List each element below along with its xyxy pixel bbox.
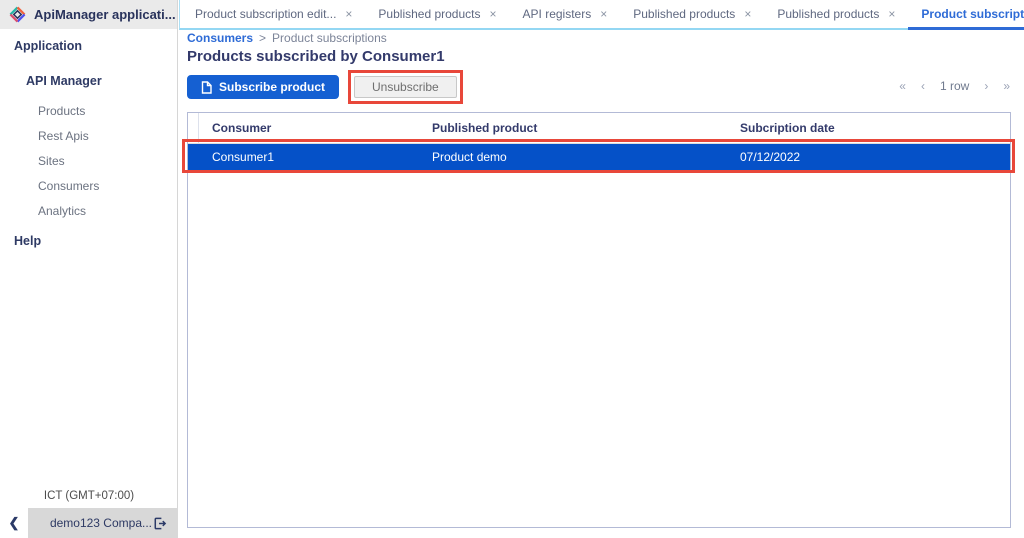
tab-api-registers[interactable]: API registers × <box>510 0 621 28</box>
account-label: demo123 Compa... <box>50 516 152 530</box>
tab-label: Published products <box>633 7 735 21</box>
sidebar-item-help[interactable]: Help <box>14 234 41 248</box>
tab-label: Published products <box>378 7 480 21</box>
tab-product-subscription-edit[interactable]: Product subscription edit... × <box>182 0 365 28</box>
close-icon[interactable]: × <box>490 7 497 21</box>
sidebar-item-products[interactable]: Products <box>38 104 85 118</box>
cell-subcription-date: 07/12/2022 <box>727 150 1010 164</box>
timezone-label: ICT (GMT+07:00) <box>0 490 178 502</box>
first-page-icon[interactable]: « <box>899 79 906 93</box>
tab-published-products-3[interactable]: Published products × <box>764 0 908 28</box>
next-page-icon[interactable]: › <box>984 79 988 93</box>
tab-published-products-2[interactable]: Published products × <box>620 0 764 28</box>
row-selector-cell <box>188 144 199 170</box>
sidebar-item-analytics[interactable]: Analytics <box>38 204 86 218</box>
column-header-consumer: Consumer <box>199 121 419 135</box>
sidebar-header: ApiManager applicati... <box>0 0 177 29</box>
tab-label: Product subscription edit... <box>195 7 336 21</box>
app-window: ApiManager applicati... Application API … <box>0 0 1024 538</box>
cell-consumer: Consumer1 <box>199 150 419 164</box>
document-icon <box>201 81 212 94</box>
app-logo-icon <box>9 6 26 23</box>
row-count-label: 1 row <box>940 79 969 93</box>
sidebar-item-consumers[interactable]: Consumers <box>38 179 99 193</box>
subscribe-product-button[interactable]: Subscribe product <box>187 75 339 99</box>
sidebar-collapse-button[interactable]: ❮ <box>0 508 28 538</box>
pagination: « ‹ 1 row › » <box>899 79 1010 93</box>
table-row[interactable]: Consumer1 Product demo 07/12/2022 <box>188 144 1010 170</box>
account-bar[interactable]: demo123 Compa... <box>28 508 178 538</box>
breadcrumb-current: Product subscriptions <box>272 31 387 45</box>
sidebar-item-sites[interactable]: Sites <box>38 154 65 168</box>
tab-bar: Product subscription edit... × Published… <box>179 0 1024 30</box>
close-icon[interactable]: × <box>600 7 607 21</box>
logout-icon[interactable] <box>152 515 168 531</box>
subscribe-product-label: Subscribe product <box>219 80 325 94</box>
prev-page-icon[interactable]: ‹ <box>921 79 925 93</box>
chevron-left-icon: ❮ <box>9 515 20 531</box>
breadcrumb-link-consumers[interactable]: Consumers <box>187 31 253 45</box>
sidebar-item-api-manager[interactable]: API Manager <box>26 74 102 88</box>
app-title: ApiManager applicati... <box>34 7 176 22</box>
annotation-unsubscribe-highlight: Unsubscribe <box>348 70 463 104</box>
selector-column-header <box>188 113 199 143</box>
tab-label: Product subscriptions <box>921 7 1024 21</box>
column-header-subcription-date: Subcription date <box>727 121 1010 135</box>
tab-label: Published products <box>777 7 879 21</box>
tab-published-products-1[interactable]: Published products × <box>365 0 509 28</box>
toolbar: Subscribe product Unsubscribe <box>187 70 463 104</box>
cell-published-product: Product demo <box>419 150 727 164</box>
sidebar-footer: ❮ demo123 Compa... <box>0 508 178 538</box>
unsubscribe-button[interactable]: Unsubscribe <box>354 76 457 98</box>
page-title: Products subscribed by Consumer1 <box>187 48 445 65</box>
breadcrumb: Consumers > Product subscriptions <box>187 31 387 45</box>
table-header-row: Consumer Published product Subcription d… <box>188 113 1010 144</box>
close-icon[interactable]: × <box>345 7 352 21</box>
main-area: Product subscription edit... × Published… <box>179 0 1024 538</box>
close-icon[interactable]: × <box>744 7 751 21</box>
close-icon[interactable]: × <box>888 7 895 21</box>
last-page-icon[interactable]: » <box>1003 79 1010 93</box>
sidebar-item-application[interactable]: Application <box>14 39 82 53</box>
tab-label: API registers <box>523 7 592 21</box>
sidebar: ApiManager applicati... Application API … <box>0 0 178 538</box>
subscriptions-table: Consumer Published product Subcription d… <box>187 112 1011 528</box>
breadcrumb-separator: > <box>259 31 266 45</box>
column-header-published-product: Published product <box>419 121 727 135</box>
sidebar-item-rest-apis[interactable]: Rest Apis <box>38 129 89 143</box>
tab-product-subscriptions[interactable]: Product subscriptions × <box>908 0 1024 28</box>
